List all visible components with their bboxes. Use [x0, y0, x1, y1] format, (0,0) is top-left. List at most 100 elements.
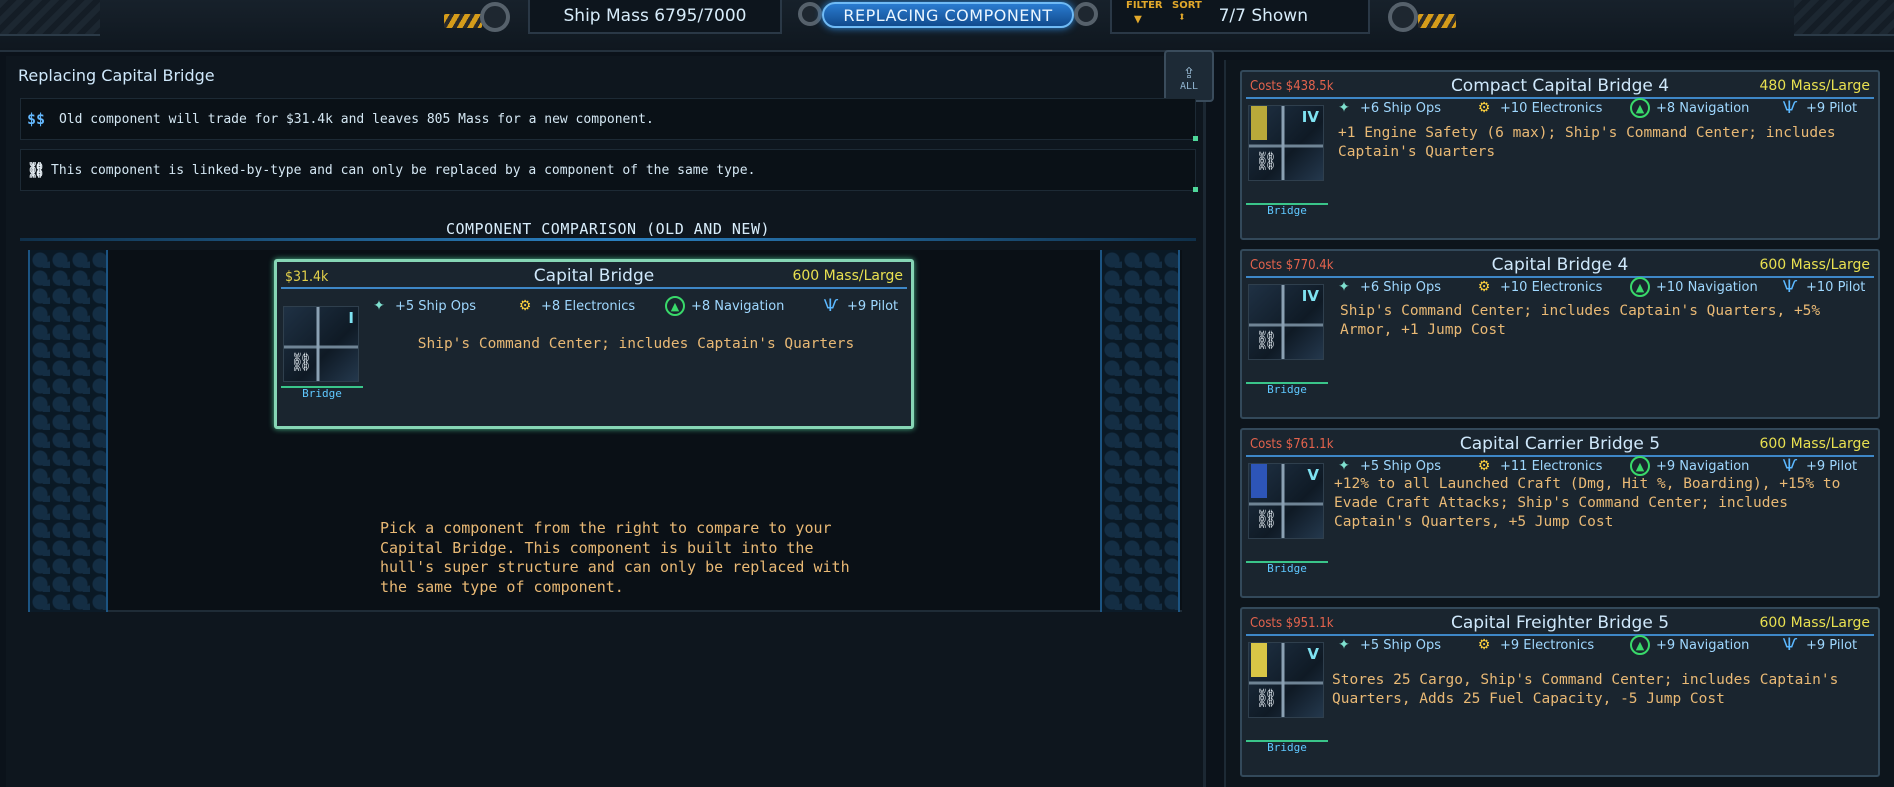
card-header: Costs $951.1k Capital Freighter Bridge 5… — [1246, 612, 1874, 636]
linked-info-text: This component is linked-by-type and can… — [51, 162, 756, 178]
sort-button[interactable]: SORT — [1172, 0, 1202, 11]
ship-ops-icon: ✦ — [1338, 637, 1350, 653]
stat-pilot: Ѱ +9 Pilot — [821, 296, 898, 316]
stats-row: ✦ +6 Ship Ops ⚙ +10 Electronics ▲ +10 Navig… — [1334, 277, 1865, 297]
gear-icon — [1074, 2, 1098, 26]
stat-ship-ops: ✦ +5 Ship Ops — [1334, 456, 1474, 476]
upload-arrow-icon: ⇪ — [1182, 58, 1196, 83]
stats-row: ✦ +5 Ship Ops ⚙ +8 Electronics ▲ +8 Navigat… — [369, 296, 898, 316]
funnel-icon[interactable]: ▼ — [1134, 12, 1142, 27]
sort-arrows-icon[interactable]: ⬍ — [1178, 10, 1186, 25]
component-type-label: Bridge — [1246, 203, 1328, 217]
tier-badge: V — [1307, 645, 1319, 663]
stat-pilot: Ѱ +9 Pilot — [1780, 635, 1857, 655]
gear-icon — [1388, 2, 1418, 32]
component-mass: 600 Mass/Large — [1759, 615, 1870, 631]
page-title: Replacing Capital Bridge — [18, 66, 215, 85]
stat-pilot: Ѱ +9 Pilot — [1780, 98, 1857, 118]
tier-badge: I — [348, 309, 354, 327]
option-card-capital-carrier-bridge-5[interactable]: Costs $761.1k Capital Carrier Bridge 5 6… — [1240, 428, 1880, 598]
card-header: Costs $770.4k Capital Bridge 4 600 Mass/… — [1246, 254, 1874, 278]
link-icon: ⛓ — [1255, 509, 1278, 530]
option-card-compact-capital-bridge-4[interactable]: Costs $438.5k Compact Capital Bridge 4 4… — [1240, 70, 1880, 240]
corner-marker — [1193, 187, 1198, 192]
stats-row: ✦ +5 Ship Ops ⚙ +11 Electronics ▲ +9 Naviga… — [1334, 456, 1857, 476]
faction-banner-icon — [1251, 464, 1267, 498]
replacement-panel: Replacing Capital Bridge ⇪ ALL $$ Old co… — [6, 50, 1214, 787]
component-description: Ship's Command Center; includes Captain'… — [417, 336, 855, 352]
tier-badge: IV — [1301, 108, 1319, 126]
ship-ops-icon: ✦ — [373, 298, 385, 314]
stats-row: ✦ +5 Ship Ops ⚙ +9 Electronics ▲ +9 Navigat… — [1334, 635, 1857, 655]
stat-navigation: ▲ +9 Navigation — [1630, 635, 1780, 655]
component-mass: 600 Mass/Large — [1759, 436, 1870, 452]
pilot-icon: Ѱ — [1782, 277, 1798, 297]
component-thumbnail: IV ⛓ — [1248, 105, 1324, 181]
show-all-label: ALL — [1179, 80, 1199, 92]
corner-marker — [1193, 136, 1198, 141]
component-mass: 600 Mass/Large — [792, 268, 903, 284]
link-icon: ⛓ — [1255, 330, 1278, 351]
hex-pattern-decoration — [1100, 250, 1180, 612]
shown-count: 7/7 Shown — [1218, 6, 1308, 26]
stat-electronics: ⚙ +11 Electronics — [1474, 456, 1630, 476]
stat-electronics: ⚙ +9 Electronics — [1474, 635, 1630, 655]
link-icon: ⛓ — [1255, 151, 1278, 172]
stat-pilot: Ѱ +9 Pilot — [1780, 456, 1857, 476]
component-type-label: Bridge — [1246, 382, 1328, 396]
option-card-capital-bridge-4[interactable]: Costs $770.4k Capital Bridge 4 600 Mass/… — [1240, 249, 1880, 419]
ship-mass-readout: Ship Mass 6795/7000 — [528, 0, 782, 34]
card-header: Costs $761.1k Capital Carrier Bridge 5 6… — [1246, 433, 1874, 457]
corner-decoration — [1794, 0, 1894, 36]
stat-ship-ops: ✦ +6 Ship Ops — [1334, 98, 1474, 118]
stats-row: ✦ +6 Ship Ops ⚙ +10 Electronics ▲ +8 Naviga… — [1334, 98, 1857, 118]
stat-electronics: ⚙ +10 Electronics — [1474, 98, 1630, 118]
hazard-stripe-decoration — [1418, 14, 1456, 28]
pilot-icon: Ѱ — [1782, 635, 1798, 655]
stat-navigation: ▲ +8 Navigation — [665, 296, 821, 316]
component-description: Stores 25 Cargo, Ship's Command Center; … — [1332, 672, 1839, 707]
money-icon: $$ — [26, 110, 46, 128]
stat-navigation: ▲ +10 Navigation — [1630, 277, 1780, 297]
component-mass: 600 Mass/Large — [1759, 257, 1870, 273]
top-bar: Ship Mass 6795/7000 REPLACING COMPONENT … — [0, 0, 1894, 52]
card-header: Costs $438.5k Compact Capital Bridge 4 4… — [1246, 75, 1874, 99]
component-mass: 480 Mass/Large — [1759, 78, 1870, 94]
electronics-icon: ⚙ — [1477, 279, 1491, 295]
electronics-icon: ⚙ — [1477, 637, 1491, 653]
navigation-icon: ▲ — [665, 296, 685, 316]
stat-ship-ops: ✦ +5 Ship Ops — [369, 296, 515, 316]
stat-navigation: ▲ +8 Navigation — [1630, 98, 1780, 118]
option-card-capital-freighter-bridge-5[interactable]: Costs $951.1k Capital Freighter Bridge 5… — [1240, 607, 1880, 777]
component-thumbnail: V ⛓ — [1248, 642, 1324, 718]
electronics-icon: ⚙ — [1477, 458, 1491, 474]
faction-banner-icon — [1251, 106, 1267, 140]
sort-label: SORT — [1172, 0, 1202, 11]
gear-icon — [480, 2, 510, 32]
navigation-icon: ▲ — [1630, 277, 1650, 297]
tier-badge: V — [1307, 466, 1319, 484]
component-thumbnail: I ⛓ — [283, 306, 359, 382]
electronics-icon: ⚙ — [518, 298, 532, 314]
component-description: Ship's Command Center; includes Captain'… — [1340, 303, 1821, 338]
navigation-icon: ▲ — [1630, 456, 1650, 476]
instruction-text: Pick a component from the right to compa… — [380, 519, 850, 596]
filter-button[interactable]: FILTER — [1126, 0, 1163, 11]
divider — [20, 238, 1196, 241]
old-component-card: $31.4k Capital Bridge 600 Mass/Large I ⛓… — [274, 259, 914, 429]
component-options-list[interactable]: Costs $438.5k Compact Capital Bridge 4 4… — [1224, 60, 1894, 787]
component-thumbnail: IV ⛓ — [1248, 284, 1324, 360]
ship-ops-icon: ✦ — [1338, 458, 1350, 474]
component-description: +1 Engine Safety (6 max); Ship's Command… — [1338, 125, 1836, 160]
electronics-icon: ⚙ — [1477, 100, 1491, 116]
link-icon: ⛓ — [26, 161, 46, 179]
filter-label: FILTER — [1126, 0, 1163, 11]
link-icon: ⛓ — [1255, 688, 1278, 709]
gear-icon — [798, 2, 822, 26]
corner-decoration — [0, 0, 100, 36]
replacing-component-button[interactable]: REPLACING COMPONENT — [822, 2, 1074, 28]
show-all-button[interactable]: ⇪ ALL — [1164, 50, 1214, 102]
stat-electronics: ⚙ +8 Electronics — [515, 296, 665, 316]
link-icon: ⛓ — [290, 352, 313, 373]
hex-pattern-decoration — [28, 250, 108, 612]
